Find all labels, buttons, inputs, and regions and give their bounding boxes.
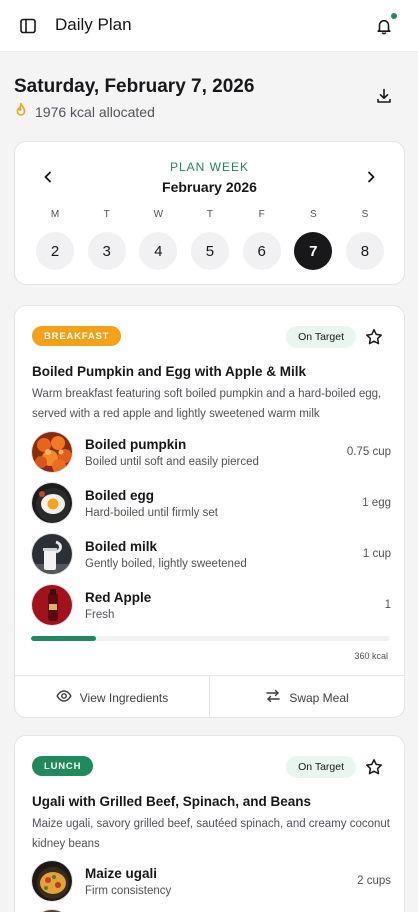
day-letter: T xyxy=(206,209,214,220)
day-column: W 4 xyxy=(139,208,178,270)
day-column: T 5 xyxy=(190,208,229,270)
item-description: Boiled until soft and easily pierced xyxy=(85,455,259,468)
download-icon[interactable] xyxy=(372,84,396,108)
meal-item: Boiled egg Hard-boiled until firmly set … xyxy=(31,481,391,525)
date-title: Saturday, February 7, 2026 xyxy=(14,76,255,97)
item-quantity: 0.75 cup xyxy=(346,446,391,458)
swap-icon xyxy=(265,688,281,707)
egg-thumbnail xyxy=(31,482,73,524)
item-name: Red Apple xyxy=(85,589,152,605)
meal-title: Ugali with Grilled Beef, Spinach, and Be… xyxy=(32,794,312,809)
view-ingredients-button[interactable]: View Ingredients xyxy=(15,676,209,717)
milk-thumbnail xyxy=(31,533,73,575)
day-column: S 7 xyxy=(294,208,333,270)
bell-icon[interactable] xyxy=(372,12,398,38)
day-column: M 2 xyxy=(36,208,74,270)
item-quantity: 1 cup xyxy=(362,548,391,560)
day-button[interactable]: 3 xyxy=(87,232,126,270)
item-description: Fresh xyxy=(85,608,115,621)
eye-icon xyxy=(56,688,72,707)
apple-thumbnail xyxy=(31,584,73,626)
meal-description: Maize ugali, savory grilled beef, sautée… xyxy=(32,818,390,850)
item-name: Maize ugali xyxy=(85,865,158,881)
plan-week-label: PLAN WEEK xyxy=(169,160,250,174)
meal-title: Boiled Pumpkin and Egg with Apple & Milk xyxy=(32,364,307,379)
calendar-month: February 2026 xyxy=(162,179,257,195)
day-button[interactable]: 5 xyxy=(190,232,229,270)
item-description: Hard-boiled until firmly set xyxy=(85,506,218,519)
breakfast-card: BREAKFAST On Target Boiled Pumpkin and E… xyxy=(14,305,405,718)
star-icon[interactable] xyxy=(364,327,384,347)
day-button[interactable]: 4 xyxy=(139,232,178,270)
calendar-days: M 2 T 3 W 4 T 5 F 6 S 7 S 8 xyxy=(36,208,384,270)
kcal-allocated-text: 1976 kcal allocated xyxy=(35,103,155,120)
meal-item: Maize ugali Firm consistency 2 cups xyxy=(31,859,391,903)
item-description: Firm consistency xyxy=(85,884,172,897)
day-button[interactable]: 8 xyxy=(345,232,384,270)
week-calendar: PLAN WEEK February 2026 M 2 T 3 W 4 T 5 … xyxy=(14,141,405,285)
meal-item: Boiled pumpkin Boiled until soft and eas… xyxy=(31,430,391,474)
meal-tag: LUNCH xyxy=(32,756,94,776)
meal-tag: BREAKFAST xyxy=(32,326,122,346)
day-letter: S xyxy=(361,209,369,220)
calorie-progress-fill xyxy=(31,636,96,641)
item-quantity: 1 egg xyxy=(362,497,391,509)
status-badge: On Target xyxy=(286,756,356,778)
pumpkin-thumbnail xyxy=(31,431,73,473)
day-letter: S xyxy=(309,209,317,220)
item-name: Boiled pumpkin xyxy=(85,436,187,452)
day-button[interactable]: 6 xyxy=(242,232,281,270)
meal-item xyxy=(31,908,391,912)
ugali-thumbnail xyxy=(31,860,73,902)
chevron-right-icon[interactable] xyxy=(362,168,380,186)
flame-icon xyxy=(14,102,28,121)
app-title: Daily Plan xyxy=(55,15,132,34)
day-column: T 3 xyxy=(87,208,126,270)
day-button[interactable]: 2 xyxy=(36,232,74,270)
item-name: Boiled egg xyxy=(85,487,155,503)
meal-item: Boiled milk Gently boiled, lightly sweet… xyxy=(31,532,391,576)
meal-item: Red Apple Fresh 1 xyxy=(31,583,391,627)
item-description: Gently boiled, lightly sweetened xyxy=(85,557,247,570)
item-name: Boiled milk xyxy=(85,538,158,554)
day-letter: T xyxy=(103,209,110,220)
day-letter: W xyxy=(153,209,164,220)
day-letter: F xyxy=(258,209,265,220)
notification-dot xyxy=(390,12,398,20)
star-icon[interactable] xyxy=(364,757,384,777)
swap-meal-label: Swap Meal xyxy=(289,690,349,705)
lunch-card: LUNCH On Target Ugali with Grilled Beef,… xyxy=(14,735,405,912)
day-letter: M xyxy=(50,209,60,220)
meal-kcal: 360 kcal xyxy=(354,651,388,661)
item-quantity: 2 cups xyxy=(357,875,391,887)
item-quantity: 1 xyxy=(384,599,391,611)
day-column: F 6 xyxy=(242,208,281,270)
view-ingredients-label: View Ingredients xyxy=(79,690,169,705)
swap-meal-button[interactable]: Swap Meal xyxy=(209,676,404,717)
sidebar-icon[interactable] xyxy=(16,14,40,38)
day-button-selected[interactable]: 7 xyxy=(294,232,333,270)
card-actions: View Ingredients Swap Meal xyxy=(15,675,404,717)
kcal-allocated: 1976 kcal allocated xyxy=(14,102,155,121)
top-bar: Daily Plan xyxy=(0,0,418,52)
day-column: S 8 xyxy=(345,208,384,270)
status-badge: On Target xyxy=(286,326,356,348)
calorie-progress-bar xyxy=(31,636,390,641)
meal-description: Warm breakfast featuring soft boiled pum… xyxy=(32,388,382,420)
